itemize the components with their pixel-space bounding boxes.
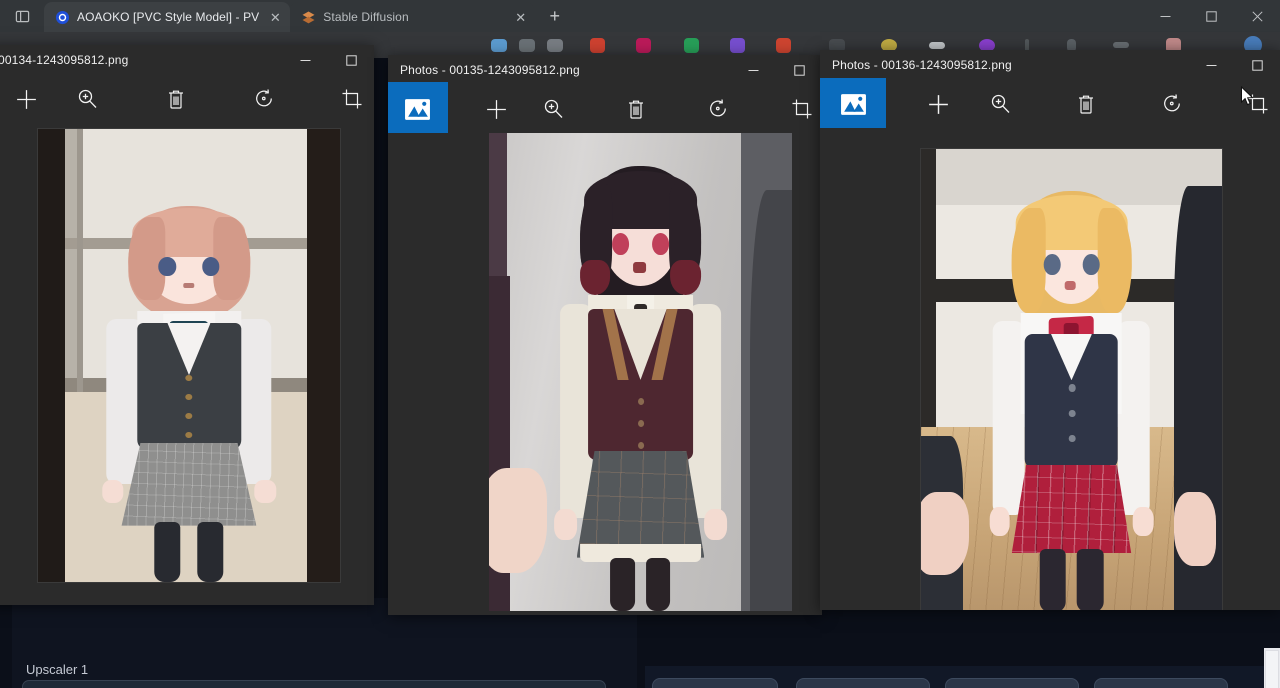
photos-window-00134[interactable]: 00134-1243095812.png <box>0 45 374 605</box>
page-scrollbar[interactable] <box>1264 648 1280 688</box>
browser-maximize-button[interactable] <box>1188 0 1234 32</box>
add-icon[interactable] <box>476 85 517 133</box>
photos-window-00135[interactable]: Photos - 00135-1243095812.png <box>388 55 822 615</box>
browser-tab-title: AOAOKO [PVC Style Model] - PV <box>77 10 259 24</box>
scrollbar-thumb[interactable] <box>1265 650 1279 688</box>
browser-tabstrip: AOAOKO [PVC Style Model] - PV ✕ Stable D… <box>0 0 1280 32</box>
browser-tab-aoaoko[interactable]: AOAOKO [PVC Style Model] - PV ✕ <box>44 2 290 32</box>
photos-canvas <box>388 133 822 615</box>
crop-icon[interactable] <box>1236 80 1280 128</box>
crop-icon[interactable] <box>329 75 374 123</box>
green-extension-icon[interactable] <box>678 34 704 56</box>
photos-toolbar <box>820 80 1280 128</box>
close-icon[interactable]: ✕ <box>266 8 284 26</box>
upscaler-1-select[interactable]: R-ESRGAN 4x+ Anime6B ▾ <box>22 680 606 688</box>
photos-window-title: 00134-1243095812.png <box>0 53 128 67</box>
photos-titlebar[interactable]: 00134-1243095812.png <box>0 45 374 75</box>
photos-canvas <box>820 128 1280 610</box>
photo-image-00134 <box>37 128 341 583</box>
photos-maximize-button[interactable] <box>328 45 374 75</box>
close-icon[interactable]: ✕ <box>512 8 530 26</box>
orange-extension-icon[interactable] <box>770 34 796 56</box>
browser-tab-stable-diffusion[interactable]: Stable Diffusion ✕ <box>290 2 533 32</box>
magenta-extension-icon[interactable] <box>630 34 656 56</box>
screen-root: Upscaler 1 R-ESRGAN 4x+ Anime6B ▾ Upscal… <box>0 0 1280 688</box>
rotate-icon[interactable] <box>242 75 287 123</box>
upscaler-1-label: Upscaler 1 <box>26 662 88 677</box>
zoom-in-icon[interactable] <box>978 80 1022 128</box>
red-extension-icon[interactable] <box>584 34 610 56</box>
add-icon[interactable] <box>4 75 49 123</box>
new-tab-button[interactable]: + <box>540 1 570 31</box>
mouse-cursor-icon <box>1240 86 1255 111</box>
photos-window-controls <box>730 55 822 85</box>
crop-icon[interactable] <box>781 85 822 133</box>
delete-icon[interactable] <box>154 75 199 123</box>
stable-diffusion-icon <box>300 9 316 25</box>
tab-search-button[interactable] <box>0 0 44 32</box>
browser-tab-title: Stable Diffusion <box>323 10 408 24</box>
photos-titlebar[interactable]: Photos - 00136-1243095812.png <box>820 50 1280 80</box>
view-image-icon[interactable] <box>388 82 448 136</box>
photos-window-controls <box>282 45 374 75</box>
send-to-inpaint-button[interactable]: Send to inpaint <box>945 678 1079 688</box>
photos-minimize-button[interactable] <box>282 45 328 75</box>
civitai-icon <box>54 9 70 25</box>
add-icon[interactable] <box>916 80 960 128</box>
photos-titlebar[interactable]: Photos - 00135-1243095812.png <box>388 55 822 85</box>
blue-extension-icon[interactable] <box>486 34 512 56</box>
photos-window-title: Photos - 00135-1243095812.png <box>400 63 580 77</box>
delete-icon[interactable] <box>1064 80 1108 128</box>
send-to-img2img-button[interactable]: Send to img2img <box>796 678 930 688</box>
browser-minimize-button[interactable] <box>1142 0 1188 32</box>
browser-window-controls <box>1142 0 1280 32</box>
zoom-in-icon[interactable] <box>65 75 110 123</box>
zoom-in-icon[interactable] <box>532 85 573 133</box>
photos-window-controls <box>1188 50 1280 80</box>
photos-minimize-button[interactable] <box>1188 50 1234 80</box>
rotate-icon[interactable] <box>698 85 739 133</box>
delete-icon[interactable] <box>615 85 656 133</box>
gray-extension-icon[interactable] <box>514 34 540 56</box>
photos-maximize-button[interactable] <box>776 55 822 85</box>
browser-close-button[interactable] <box>1234 0 1280 32</box>
photos-canvas <box>0 123 374 605</box>
photos-toolbar <box>0 75 374 123</box>
photos-window-00136[interactable]: Photos - 00136-1243095812.png <box>820 50 1280 610</box>
photos-minimize-button[interactable] <box>730 55 776 85</box>
gray-star-icon[interactable] <box>542 34 568 56</box>
photos-maximize-button[interactable] <box>1234 50 1280 80</box>
rotate-icon[interactable] <box>1150 80 1194 128</box>
send-to-extras-button[interactable]: Send to extras <box>1094 678 1228 688</box>
photos-window-title: Photos - 00136-1243095812.png <box>832 58 1012 72</box>
photo-image-00135 <box>489 133 792 611</box>
photo-image-00136 <box>920 148 1223 610</box>
view-image-icon[interactable] <box>820 78 886 130</box>
open-folder-button[interactable]: 📁 <box>652 678 778 688</box>
purple-ai-icon[interactable] <box>724 34 750 56</box>
photos-toolbar <box>388 85 822 133</box>
